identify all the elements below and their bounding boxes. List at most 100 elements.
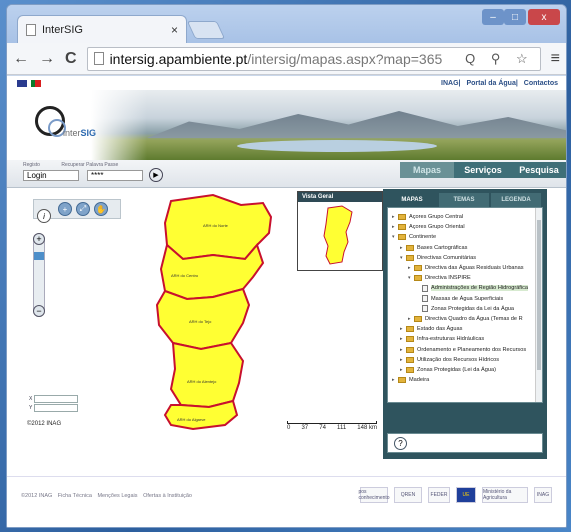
tree-item[interactable]: ▸ Ordenamento e Planeamento dos Recursos bbox=[388, 344, 542, 354]
maximize-button[interactable]: □ bbox=[504, 9, 526, 25]
toplink-portal-agua[interactable]: Portal da Água bbox=[466, 80, 515, 87]
register-link[interactable]: Registo bbox=[23, 162, 40, 168]
toplink-contactos[interactable]: Contactos bbox=[524, 80, 558, 87]
tree-item[interactable]: Zonas Protegidas da Lei da Água bbox=[388, 304, 542, 314]
zoom-slider-thumb[interactable] bbox=[34, 252, 44, 260]
zoom-plus-button[interactable]: + bbox=[33, 233, 45, 245]
minimize-button[interactable]: ‒ bbox=[482, 9, 504, 25]
footer-copyright: ©2012 INAG bbox=[21, 493, 53, 499]
folder-icon bbox=[398, 234, 406, 241]
folder-icon bbox=[398, 224, 406, 231]
eu-flag-logo[interactable]: UE bbox=[456, 487, 476, 503]
partner-logo[interactable]: Ministério da Agricultura bbox=[482, 487, 528, 503]
label-norte: ARH do Norte bbox=[203, 223, 229, 228]
forgot-password-link[interactable]: Recuperar Palavra Passe bbox=[61, 162, 118, 168]
tree-item[interactable]: ▸ Estado das Águas bbox=[388, 324, 542, 334]
footer-link-ficha[interactable]: Ficha Técnica bbox=[58, 493, 92, 499]
panel-tabs: MAPAS TEMAS LEGENDA bbox=[387, 193, 543, 207]
tree-item-label: Utilização dos Recursos Hídricos bbox=[417, 356, 500, 363]
full-extent-tool-icon[interactable]: ⤢ bbox=[76, 202, 90, 216]
tree-item[interactable]: ▸ Açores Grupo Oriental bbox=[388, 222, 542, 232]
tree-item[interactable]: ▸ Infra-estruturas Hidráulicas bbox=[388, 334, 542, 344]
login-submit-button[interactable]: ▶ bbox=[149, 168, 163, 182]
tab-title: InterSIG bbox=[42, 23, 83, 36]
omnibox-actions-icon[interactable]: Q ⚲ ☆ bbox=[465, 51, 534, 67]
forward-icon[interactable]: → bbox=[39, 50, 55, 68]
overview-map[interactable]: Vista Geral bbox=[297, 191, 383, 271]
folder-icon bbox=[406, 346, 414, 353]
tree-item-label: Directiva das Águas Residuais Urbanas bbox=[425, 265, 524, 272]
coord-y-field[interactable] bbox=[34, 404, 79, 412]
partner-logo[interactable]: FEDER bbox=[428, 487, 450, 503]
reload-icon[interactable]: C bbox=[65, 50, 77, 68]
browser-toolbar: ← → C intersig.apambiente.pt/intersig/ma… bbox=[7, 43, 566, 75]
zoom-slider[interactable]: + − bbox=[33, 233, 45, 317]
region-alentejo[interactable] bbox=[169, 341, 245, 409]
logo[interactable]: interSIG bbox=[7, 90, 147, 160]
panel-tab-temas[interactable]: TEMAS bbox=[439, 193, 489, 207]
page-favicon-icon bbox=[26, 23, 36, 36]
scale-label: 111 bbox=[337, 425, 347, 431]
close-window-button[interactable]: x bbox=[528, 9, 560, 25]
folder-icon bbox=[406, 244, 414, 251]
coord-x-field[interactable] bbox=[34, 395, 79, 403]
footer-link-mencoes[interactable]: Menções Legais bbox=[97, 493, 137, 499]
tree-item[interactable]: ▸ Açores Grupo Central bbox=[388, 212, 542, 222]
tree-item[interactable]: ▾ Directivas Comunitárias bbox=[388, 253, 542, 263]
zoom-minus-button[interactable]: − bbox=[33, 305, 45, 317]
tree-item[interactable]: ▾ Continente bbox=[388, 232, 542, 242]
pan-tool-icon[interactable]: ✋ bbox=[94, 202, 108, 216]
tree-item[interactable]: ▸ Directiva Quadro da Água (Temas de R bbox=[388, 314, 542, 324]
menu-icon[interactable]: ≡ bbox=[551, 50, 560, 68]
tree-scrollbar[interactable] bbox=[535, 208, 542, 402]
partner-logos: pos conhecimento QREN FEDER UE Ministéri… bbox=[358, 487, 552, 503]
browser-tab[interactable]: InterSIG × bbox=[17, 15, 187, 43]
tree-item[interactable]: Administrações de Região Hidrográfica bbox=[388, 283, 542, 293]
partner-logo[interactable]: QREN bbox=[394, 487, 422, 503]
map-area[interactable]: + ⤢ ✋ i + − ARH do Norte ARH do Centro A… bbox=[7, 189, 383, 459]
login-username-input[interactable]: Login bbox=[23, 170, 79, 181]
login-password-input[interactable]: **** bbox=[87, 170, 143, 181]
tree-item[interactable]: ▸ Utilização dos Recursos Hídricos bbox=[388, 355, 542, 365]
url-host: intersig.apambiente.pt bbox=[109, 50, 248, 67]
nav-tab-mapas[interactable]: Mapas bbox=[400, 162, 454, 178]
back-icon[interactable]: ← bbox=[13, 50, 29, 68]
scale-label: 148 km bbox=[357, 425, 377, 431]
english-flag-icon[interactable] bbox=[17, 79, 27, 87]
tree-item[interactable]: ▸ Zonas Protegidas (Lei da Água) bbox=[388, 365, 542, 375]
partner-logo[interactable]: pos conhecimento bbox=[358, 487, 390, 503]
address-bar[interactable]: intersig.apambiente.pt/intersig/mapas.as… bbox=[86, 46, 541, 71]
partner-logo[interactable]: INAG bbox=[534, 487, 552, 503]
tree-item[interactable]: ▸ Directiva das Águas Residuais Urbanas bbox=[388, 263, 542, 273]
coord-x-label: X bbox=[29, 396, 33, 402]
nav-tab-pesquisa[interactable]: Pesquisa bbox=[512, 162, 566, 178]
tree-item[interactable]: ▾ Directiva INSPIRE bbox=[388, 273, 542, 283]
new-tab-button[interactable] bbox=[186, 21, 226, 39]
portuguese-flag-icon[interactable] bbox=[31, 79, 41, 87]
panel-tab-legenda[interactable]: LEGENDA bbox=[491, 193, 541, 207]
footer-link-ofertas[interactable]: Ofertas à Instituição bbox=[143, 493, 192, 499]
tree-item[interactable]: ▸ Madeira bbox=[388, 375, 542, 385]
top-strip: INAG| Portal da Água| Contactos bbox=[7, 76, 566, 90]
zoom-in-tool-icon[interactable]: + bbox=[58, 202, 72, 216]
portugal-map[interactable]: ARH do Norte ARH do Centro ARH do Tejo A… bbox=[153, 193, 283, 443]
toplink-inag[interactable]: INAG bbox=[441, 80, 459, 87]
tree-item[interactable]: ▸ Bases Cartográficas bbox=[388, 243, 542, 253]
url-path: /intersig/mapas.aspx?map=365 bbox=[247, 50, 443, 67]
label-alentejo: ARH do Alentejo bbox=[187, 379, 217, 384]
scale-label: 74 bbox=[319, 425, 326, 431]
browser-window: InterSIG × ‒ □ x ← → C intersig.apambien… bbox=[6, 4, 567, 528]
folder-icon bbox=[406, 326, 414, 333]
tree-item[interactable]: Massas de Água Superficiais bbox=[388, 294, 542, 304]
page-icon bbox=[93, 52, 104, 65]
scale-bar: 0 37 74 111 148 km bbox=[287, 421, 377, 431]
nav-tab-servicos[interactable]: Serviços bbox=[454, 162, 512, 178]
folder-icon bbox=[414, 275, 422, 282]
label-algarve: ARH do Algarve bbox=[177, 417, 206, 422]
scale-label: 0 bbox=[287, 425, 291, 431]
help-icon[interactable]: ? bbox=[394, 437, 407, 450]
panel-tab-mapas[interactable]: MAPAS bbox=[387, 193, 437, 207]
main-nav: Mapas Serviços Pesquisa bbox=[400, 160, 566, 188]
tab-close-icon[interactable]: × bbox=[171, 23, 178, 37]
info-tool-icon[interactable]: i bbox=[37, 209, 51, 223]
